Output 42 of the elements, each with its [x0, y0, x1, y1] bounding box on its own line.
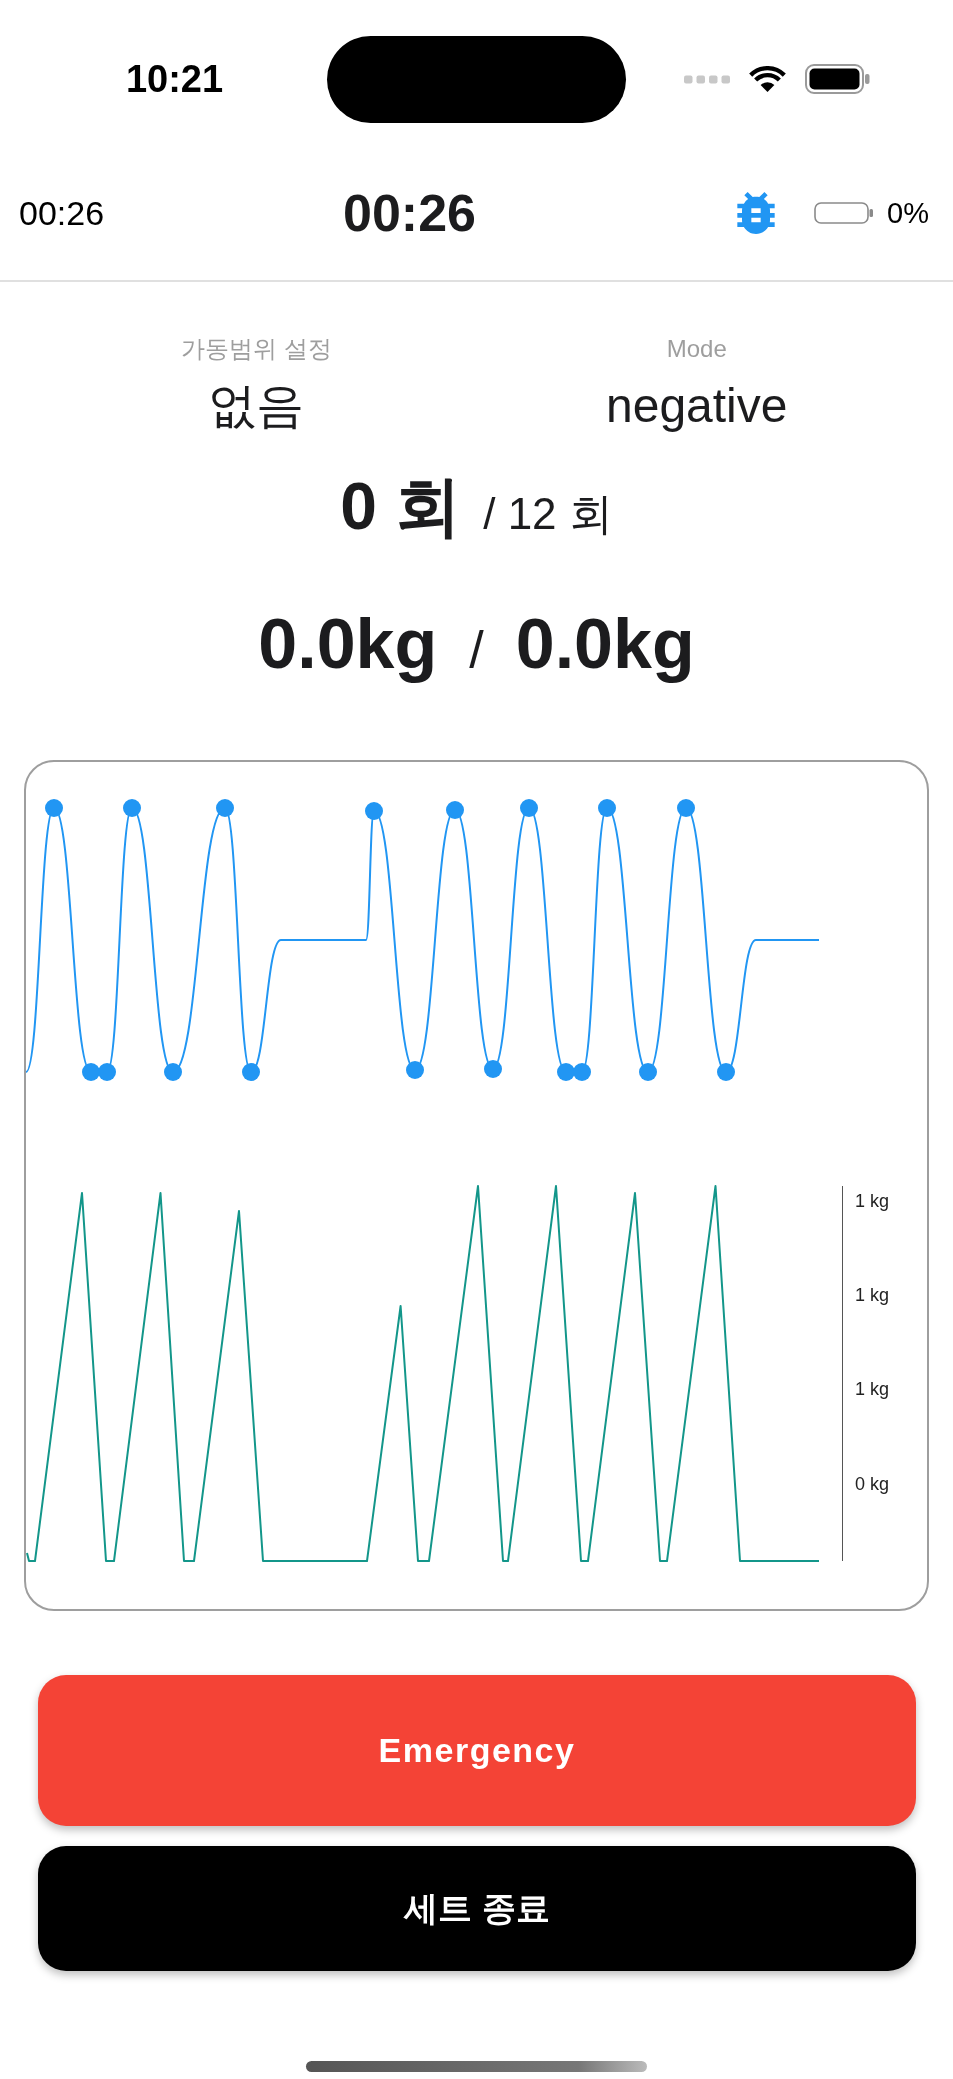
emergency-button[interactable]: Emergency [38, 1675, 916, 1826]
axis-label: 1 kg [855, 1284, 890, 1305]
weight-separator: / [469, 620, 484, 681]
rep-count: 0 회 [340, 468, 462, 544]
elapsed-time: 00:26 [19, 193, 105, 232]
valley-point [242, 1063, 260, 1081]
end-set-button[interactable]: 세트 종료 [38, 1846, 916, 1971]
valley-point [82, 1063, 100, 1081]
set-timer: 00:26 [343, 183, 476, 243]
valley-point [639, 1063, 657, 1081]
peak-point [45, 799, 63, 817]
peak-point [216, 799, 234, 817]
status-time: 10:21 [125, 60, 224, 98]
peak-point [520, 799, 538, 817]
rep-target: / 12 회 [483, 488, 613, 540]
valley-point [164, 1063, 182, 1081]
valley-point [406, 1061, 424, 1079]
valley-point [484, 1060, 502, 1078]
battery-icon [814, 202, 874, 224]
setting-label: 가동범위 설정 [180, 334, 332, 364]
valley-point [573, 1063, 591, 1081]
current-weight: 0.0kg [258, 604, 438, 684]
bug-icon[interactable] [736, 192, 777, 234]
peak-point [446, 801, 464, 819]
setting-label: Mode [666, 334, 727, 364]
battery-icon [805, 64, 870, 94]
battery-percent: 0% [887, 196, 929, 230]
peak-point [123, 799, 141, 817]
valley-point [717, 1063, 735, 1081]
setting-value: negative [606, 378, 788, 434]
axis-label: 0 kg [855, 1473, 890, 1494]
wifi-icon [748, 65, 787, 93]
peak-point [598, 799, 616, 817]
signal-icon [684, 74, 730, 84]
peak-point [365, 802, 383, 820]
axis-label: 1 kg [855, 1379, 890, 1400]
valley-point [557, 1063, 575, 1081]
peak-point [677, 799, 695, 817]
axis-label: 1 kg [855, 1190, 890, 1211]
valley-point [98, 1063, 116, 1081]
target-weight: 0.0kg [515, 604, 695, 684]
setting-value: 없음 [208, 378, 305, 434]
